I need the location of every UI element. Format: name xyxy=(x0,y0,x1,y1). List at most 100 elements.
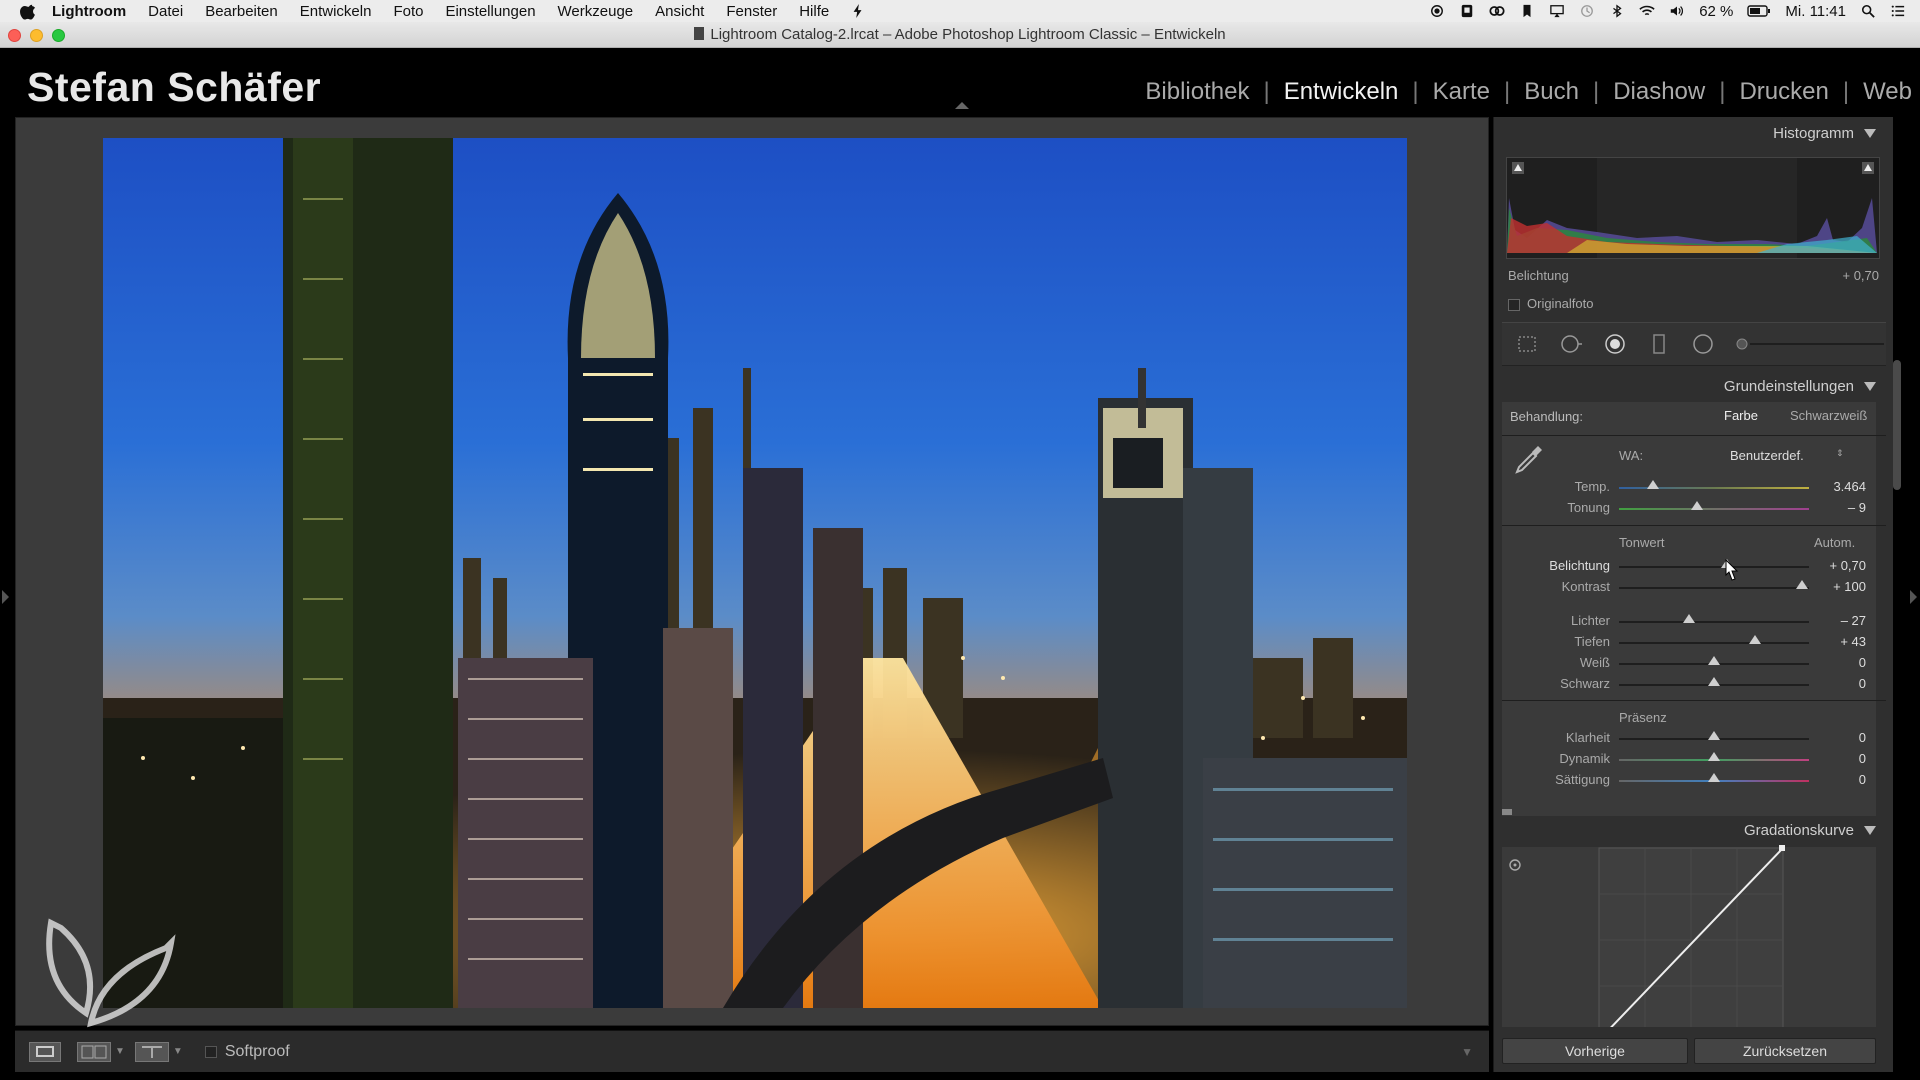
basic-collapse-icon[interactable] xyxy=(1864,381,1876,391)
vibrance-slider-thumb[interactable] xyxy=(1708,752,1720,761)
menu-werkzeuge[interactable]: Werkzeuge xyxy=(558,3,634,20)
image-canvas[interactable] xyxy=(15,117,1489,1028)
auto-tone-button[interactable]: Autom. xyxy=(1814,535,1855,550)
crop-tool-icon[interactable] xyxy=(1516,333,1538,355)
histogram-panel-header[interactable]: Histogramm xyxy=(1494,117,1890,149)
softproof-toggle[interactable]: Softproof xyxy=(204,1043,290,1061)
before-after-caret-icon[interactable]: ▼ xyxy=(115,1046,125,1057)
before-after-button[interactable] xyxy=(77,1041,111,1062)
window-zoom-button[interactable] xyxy=(52,29,65,42)
window-minimize-button[interactable] xyxy=(30,29,43,42)
tone-curve-collapse-icon[interactable] xyxy=(1864,825,1876,835)
targeted-adjustment-icon[interactable] xyxy=(1508,858,1522,872)
toolbar-content-menu-icon[interactable]: ▼ xyxy=(1461,1045,1473,1059)
airplay-icon[interactable] xyxy=(1549,4,1565,18)
window-close-button[interactable] xyxy=(8,29,21,42)
whites-value[interactable]: 0 xyxy=(1796,655,1866,670)
module-web[interactable]: Web xyxy=(1849,78,1912,106)
whites-slider-thumb[interactable] xyxy=(1708,656,1720,665)
collapse-right-panel-arrow[interactable] xyxy=(1910,590,1917,604)
module-karte[interactable]: Karte xyxy=(1419,78,1504,106)
wb-dropdown-icon[interactable]: ⇕ xyxy=(1836,448,1844,459)
highlight-clipping-icon[interactable] xyxy=(1862,162,1874,174)
menu-hilfe[interactable]: Hilfe xyxy=(799,3,829,20)
module-bibliothek[interactable]: Bibliothek xyxy=(1131,78,1263,106)
app-badge-icon[interactable] xyxy=(1459,4,1475,18)
module-diashow[interactable]: Diashow xyxy=(1599,78,1719,106)
exposure-slider-track[interactable] xyxy=(1619,566,1809,568)
creative-cloud-icon[interactable] xyxy=(1489,4,1505,18)
histogram[interactable] xyxy=(1506,157,1880,259)
menubar-clock[interactable]: Mi. 11:41 xyxy=(1785,3,1846,20)
clarity-slider-thumb[interactable] xyxy=(1708,731,1720,740)
contrast-slider-track[interactable] xyxy=(1619,587,1809,589)
spotlight-search-icon[interactable] xyxy=(1860,4,1876,18)
original-photo-checkbox[interactable] xyxy=(1508,299,1520,311)
tint-slider-thumb[interactable] xyxy=(1691,501,1703,510)
saturation-value[interactable]: 0 xyxy=(1796,772,1866,787)
battery-percent[interactable]: 62 % xyxy=(1699,3,1733,20)
bookmark-icon[interactable] xyxy=(1519,4,1535,18)
menu-ansicht[interactable]: Ansicht xyxy=(655,3,704,20)
menu-datei[interactable]: Datei xyxy=(148,3,183,20)
split-view-caret-icon[interactable]: ▼ xyxy=(173,1046,183,1057)
spot-removal-icon[interactable] xyxy=(1560,333,1582,355)
apple-menu-icon[interactable] xyxy=(20,2,38,20)
tint-slider-track[interactable] xyxy=(1619,508,1809,510)
module-buch[interactable]: Buch xyxy=(1510,78,1593,106)
notification-center-icon[interactable] xyxy=(1890,4,1906,18)
saturation-slider-thumb[interactable] xyxy=(1708,773,1720,782)
split-view-button[interactable] xyxy=(134,1041,169,1062)
softproof-checkbox[interactable] xyxy=(204,1045,217,1058)
shadow-clipping-icon[interactable] xyxy=(1512,162,1524,174)
blacks-slider-thumb[interactable] xyxy=(1708,677,1720,686)
bluetooth-icon[interactable] xyxy=(1609,4,1625,18)
reset-button[interactable]: Zurücksetzen xyxy=(1694,1038,1876,1064)
temp-value[interactable]: 3.464 xyxy=(1796,479,1866,494)
exposure-value[interactable]: + 0,70 xyxy=(1796,558,1866,573)
radial-filter-icon[interactable] xyxy=(1692,333,1714,355)
module-drucken[interactable]: Drucken xyxy=(1725,78,1842,106)
red-eye-icon[interactable] xyxy=(1604,333,1626,355)
record-icon[interactable] xyxy=(1429,4,1445,18)
contrast-value[interactable]: + 100 xyxy=(1796,579,1866,594)
shadows-value[interactable]: + 43 xyxy=(1796,634,1866,649)
menu-app-lightroom[interactable]: Lightroom xyxy=(52,3,126,20)
menu-bearbeiten[interactable]: Bearbeiten xyxy=(205,3,278,20)
previous-button[interactable]: Vorherige xyxy=(1502,1038,1688,1064)
vibrance-value[interactable]: 0 xyxy=(1796,751,1866,766)
photo-preview[interactable] xyxy=(103,138,1407,1008)
wifi-icon[interactable] xyxy=(1639,4,1655,18)
identity-plate[interactable]: Stefan Schäfer xyxy=(27,64,321,111)
tone-curve-panel-header[interactable]: Gradationskurve xyxy=(1494,814,1890,846)
temp-slider-thumb[interactable] xyxy=(1647,480,1659,489)
highlights-value[interactable]: – 27 xyxy=(1796,613,1866,628)
show-left-panel-arrow[interactable] xyxy=(2,590,9,604)
adjustment-brush-icon[interactable] xyxy=(1736,338,1886,350)
treatment-bw-option[interactable]: Schwarzweiß xyxy=(1790,408,1867,423)
highlights-slider-track[interactable] xyxy=(1619,621,1809,623)
menu-fenster[interactable]: Fenster xyxy=(726,3,777,20)
menu-einstellungen[interactable]: Einstellungen xyxy=(445,3,535,20)
wb-preset-value[interactable]: Benutzerdef. xyxy=(1730,448,1804,463)
shadows-slider-track[interactable] xyxy=(1619,642,1809,644)
script-bolt-icon[interactable] xyxy=(851,3,865,19)
menu-entwickeln[interactable]: Entwickeln xyxy=(300,3,372,20)
module-entwickeln[interactable]: Entwickeln xyxy=(1270,78,1413,106)
right-panel-scrollbar[interactable] xyxy=(1893,360,1901,490)
shadows-slider-thumb[interactable] xyxy=(1749,635,1761,644)
graduated-filter-icon[interactable] xyxy=(1648,333,1670,355)
collapse-top-panel-arrow[interactable] xyxy=(955,102,969,109)
tone-curve-graph[interactable] xyxy=(1597,844,1787,1027)
time-machine-icon[interactable] xyxy=(1579,4,1595,18)
menu-foto[interactable]: Foto xyxy=(393,3,423,20)
white-balance-eyedropper-icon[interactable] xyxy=(1512,442,1546,476)
treatment-color-option[interactable]: Farbe xyxy=(1724,408,1758,423)
volume-icon[interactable] xyxy=(1669,4,1685,18)
battery-icon[interactable] xyxy=(1747,4,1771,18)
highlights-slider-thumb[interactable] xyxy=(1683,614,1695,623)
blacks-value[interactable]: 0 xyxy=(1796,676,1866,691)
histogram-collapse-icon[interactable] xyxy=(1864,128,1876,138)
loupe-view-button[interactable] xyxy=(29,1041,61,1062)
basic-panel-header[interactable]: Grundeinstellungen xyxy=(1494,370,1890,402)
